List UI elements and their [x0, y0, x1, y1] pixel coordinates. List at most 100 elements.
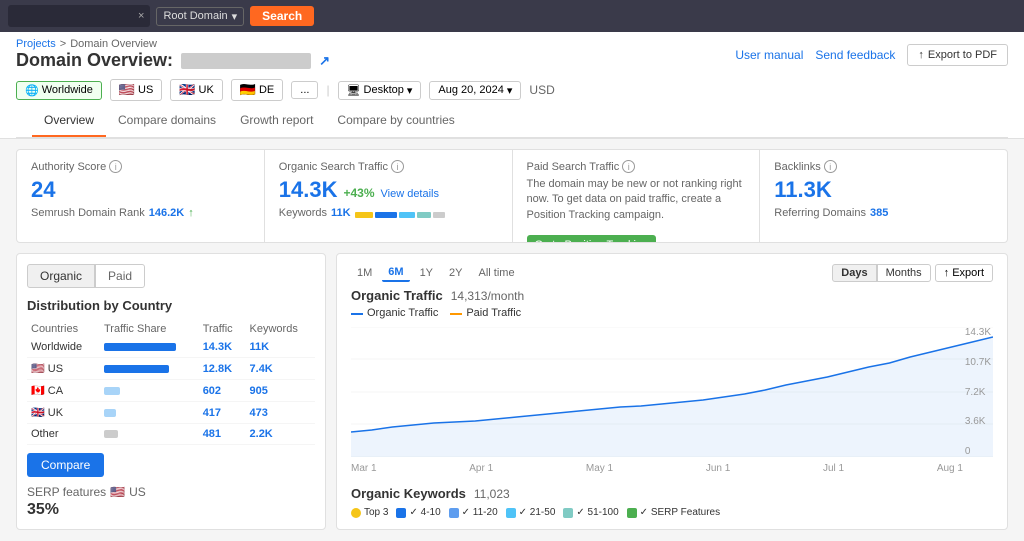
kw-legend-11-20: ✓ 11-20 — [449, 507, 498, 518]
page-header: Projects > Domain Overview Domain Overvi… — [0, 32, 1024, 139]
col-keywords: Keywords — [246, 321, 315, 337]
organic-traffic-info-icon[interactable]: i — [391, 160, 404, 173]
row-bar — [100, 402, 199, 424]
close-icon[interactable]: × — [138, 10, 144, 22]
backlinks-card: Backlinks i 11.3K Referring Domains 385 — [760, 150, 1007, 242]
domain-search-input[interactable] — [14, 10, 134, 22]
organic-traffic-value-row: 14.3K +43% View details — [279, 177, 498, 207]
worldwide-filter[interactable]: 🌐 Worldwide — [16, 81, 102, 100]
chart-controls: 1M 6M 1Y 2Y All time Days Months ↑ Expor… — [351, 264, 993, 282]
de-filter[interactable]: 🇩🇪 DE — [231, 79, 283, 101]
more-filter[interactable]: ... — [291, 81, 318, 99]
tab-overview[interactable]: Overview — [32, 105, 106, 137]
row-bar — [100, 358, 199, 380]
upload-icon: ↑ — [918, 49, 924, 61]
keywords-legend: Top 3 ✓ 4-10 ✓ 11-20 ✓ 21-50 — [351, 507, 993, 518]
semrush-rank-value: 146.2K — [149, 207, 184, 219]
row-traffic: 417 — [199, 402, 246, 424]
time-btn-1y[interactable]: 1Y — [414, 264, 439, 282]
export-pdf-button[interactable]: ↑ Export to PDF — [907, 44, 1008, 66]
search-input-wrap: × — [8, 5, 150, 27]
legend-organic-label: Organic Traffic — [367, 307, 438, 319]
table-row: Worldwide 14.3K 11K — [27, 337, 315, 358]
authority-score-info-icon[interactable]: i — [109, 160, 122, 173]
days-view-button[interactable]: Days — [832, 264, 876, 282]
chevron-down-icon: ▾ — [407, 84, 413, 97]
view-details-link[interactable]: View details — [381, 188, 440, 200]
root-domain-dropdown[interactable]: Root Domain ▾ — [156, 7, 244, 26]
panel-tab-paid[interactable]: Paid — [95, 264, 145, 288]
de-flag-icon: 🇩🇪 — [240, 82, 256, 98]
goto-position-tracking-button[interactable]: Go to Position Tracking — [527, 235, 657, 243]
external-link-icon[interactable]: ↗ — [319, 53, 330, 69]
chevron-down-icon: ▾ — [507, 84, 513, 97]
bottom-section: Organic Paid Distribution by Country Cou… — [16, 253, 1008, 530]
export-chart-button[interactable]: ↑ Export — [935, 264, 993, 282]
row-keywords: 11K — [246, 337, 315, 358]
table-row: 🇺🇸 US 12.8K 7.4K — [27, 358, 315, 380]
paid-traffic-label: Paid Search Traffic i — [527, 160, 746, 173]
chart-svg — [351, 327, 993, 457]
desktop-icon: 🖥 — [347, 84, 361, 97]
us-filter[interactable]: 🇺🇸 US — [110, 79, 162, 101]
kw-legend-51-100: ✓ 51-100 — [563, 507, 618, 518]
compare-button[interactable]: Compare — [27, 453, 104, 477]
tab-compare-domains[interactable]: Compare domains — [106, 105, 228, 137]
keyword-bar — [355, 212, 445, 218]
backlinks-info-icon[interactable]: i — [824, 160, 837, 173]
col-traffic: Traffic — [199, 321, 246, 337]
kw-legend-serp: ✓ SERP Features — [627, 507, 720, 518]
domain-title: Domain Overview: ↗ — [16, 50, 330, 71]
keywords-count: 11,023 — [474, 487, 510, 501]
legend-paid-label: Paid Traffic — [466, 307, 521, 319]
kw-legend-21-50: ✓ 21-50 — [506, 507, 556, 518]
row-country: 🇬🇧 UK — [27, 402, 100, 424]
us-flag-icon: 🇺🇸 — [119, 82, 135, 98]
distribution-panel: Organic Paid Distribution by Country Cou… — [16, 253, 326, 530]
user-manual-link[interactable]: User manual — [735, 48, 803, 62]
referring-domains-value: 385 — [870, 207, 888, 219]
row-bar — [100, 380, 199, 402]
chart-legend: Organic Traffic Paid Traffic — [351, 307, 993, 319]
x-axis-labels: Mar 1 Apr 1 May 1 Jun 1 Jul 1 Aug 1 — [351, 461, 963, 476]
y-axis-labels: 14.3K 10.7K 7.2K 3.6K 0 — [965, 327, 993, 457]
paid-traffic-info-icon[interactable]: i — [622, 160, 635, 173]
search-button[interactable]: Search — [250, 6, 314, 26]
time-btn-6m[interactable]: 6M — [382, 264, 409, 282]
organic-traffic-label: Organic Search Traffic i — [279, 160, 498, 173]
rank-arrow: ↑ — [188, 207, 194, 219]
serp-features-section: SERP features 🇺🇸 US 35% — [27, 485, 315, 519]
authority-score-card: Authority Score i 24 Semrush Domain Rank… — [17, 150, 264, 242]
tab-compare-countries[interactable]: Compare by countries — [325, 105, 466, 137]
months-view-button[interactable]: Months — [877, 264, 931, 282]
time-btn-1m[interactable]: 1M — [351, 264, 378, 282]
currency-label: USD — [529, 83, 554, 97]
uk-filter[interactable]: 🇬🇧 UK — [170, 79, 222, 101]
paid-traffic-description: The domain may be new or not ranking rig… — [527, 177, 746, 223]
breadcrumb-projects[interactable]: Projects — [16, 38, 56, 50]
chart-panel: 1M 6M 1Y 2Y All time Days Months ↑ Expor… — [336, 253, 1008, 530]
keywords-count: 11K — [331, 207, 351, 219]
row-keywords: 7.4K — [246, 358, 315, 380]
panel-tab-organic[interactable]: Organic — [27, 264, 95, 288]
row-traffic: 14.3K — [199, 337, 246, 358]
date-filter[interactable]: Aug 20, 2024 ▾ — [429, 81, 521, 100]
paid-traffic-card: Paid Search Traffic i The domain may be … — [513, 150, 760, 242]
time-btn-2y[interactable]: 2Y — [443, 264, 468, 282]
time-btn-alltime[interactable]: All time — [473, 264, 521, 282]
globe-icon: 🌐 — [25, 84, 39, 97]
tab-growth-report[interactable]: Growth report — [228, 105, 325, 137]
table-row: 🇨🇦 CA 602 905 — [27, 380, 315, 402]
send-feedback-link[interactable]: Send feedback — [815, 48, 895, 62]
col-traffic-share: Traffic Share — [100, 321, 199, 337]
time-buttons: 1M 6M 1Y 2Y All time — [351, 264, 521, 282]
chart-title-row: Organic Traffic 14,313/month — [351, 288, 993, 303]
row-country: 🇨🇦 CA — [27, 380, 100, 402]
row-traffic: 602 — [199, 380, 246, 402]
row-keywords: 905 — [246, 380, 315, 402]
device-filter[interactable]: 🖥 Desktop ▾ — [338, 81, 422, 100]
row-country: 🇺🇸 US — [27, 358, 100, 380]
row-country: Other — [27, 424, 100, 445]
breadcrumb: Projects > Domain Overview — [16, 38, 330, 50]
breadcrumb-current: Domain Overview — [70, 38, 157, 50]
